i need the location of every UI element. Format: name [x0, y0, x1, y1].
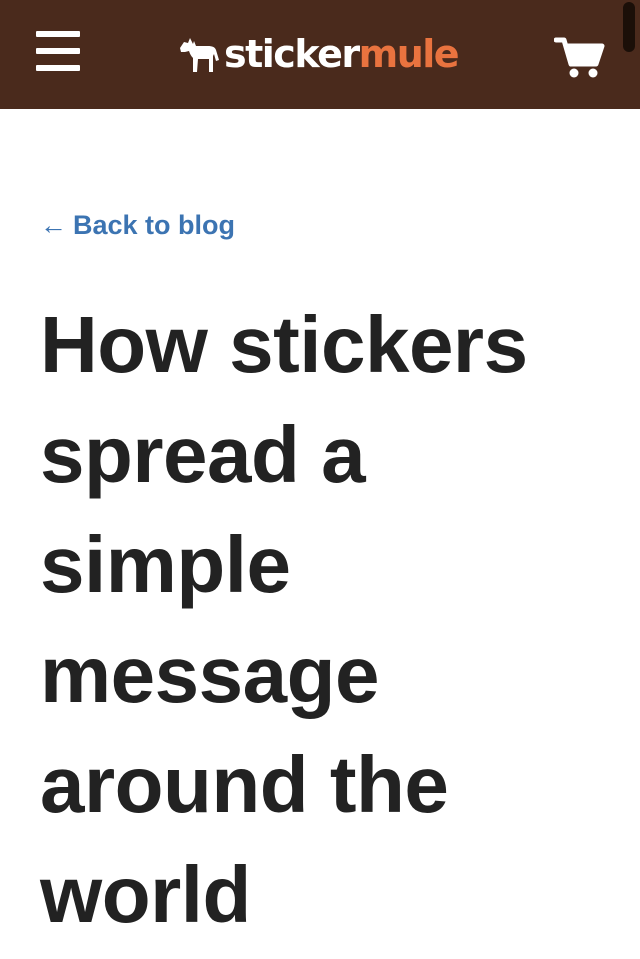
cart-graphic — [553, 37, 605, 78]
menu-bar — [36, 31, 80, 37]
menu-bar — [36, 48, 80, 54]
hamburger-menu-icon[interactable] — [36, 31, 82, 75]
back-link-label: Back to blog — [73, 210, 236, 240]
mule-icon — [180, 38, 219, 72]
menu-bar — [36, 65, 80, 71]
shopping-cart-icon[interactable] — [553, 36, 606, 80]
left-arrow-icon: ← — [40, 210, 67, 240]
sticker-mule-logo[interactable]: stickermule — [178, 28, 460, 80]
logo-wordmark: stickermule — [224, 32, 460, 76]
top-nav-bar: stickermule — [0, 0, 640, 109]
article-title: How stickers spread a simple message aro… — [40, 300, 528, 939]
logo-word-mule: mule — [358, 32, 460, 76]
logo-word-sticker: sticker — [224, 32, 360, 76]
scrollbar-thumb[interactable] — [623, 2, 635, 52]
back-to-blog-link[interactable]: ← Back to blog — [40, 210, 235, 241]
